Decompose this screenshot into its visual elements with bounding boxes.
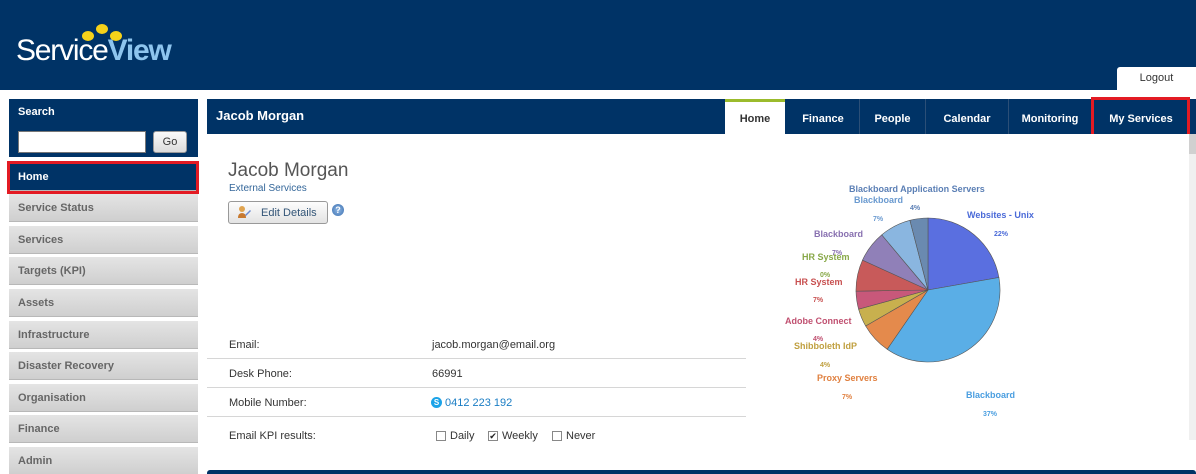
search-title: Search (18, 106, 55, 118)
weekly-label: Weekly (502, 430, 538, 442)
sidebar-item-disaster-recovery[interactable]: Disaster Recovery (9, 352, 198, 380)
email-label: Email: (229, 339, 260, 351)
sidebar-item-infrastructure[interactable]: Infrastructure (9, 321, 198, 349)
pct-hr-system-1: 7% (813, 297, 824, 304)
profile-subtitle: External Services (229, 183, 307, 194)
email-kpi-label: Email KPI results: (229, 430, 316, 442)
tab-people[interactable]: People (860, 99, 925, 134)
never-checkbox[interactable] (552, 431, 562, 441)
pct-proxy-servers: 7% (842, 394, 853, 401)
pie-slices (855, 217, 1001, 363)
weekly-checkbox[interactable]: ✔ (488, 431, 498, 441)
tab-home[interactable]: Home (725, 99, 785, 134)
daily-checkbox[interactable] (436, 431, 446, 441)
label-proxy-servers: Proxy Servers (817, 373, 878, 383)
never-label: Never (566, 430, 596, 442)
pct-blackboard-4: 7% (873, 216, 884, 223)
label-blackboard-4: Blackboard (854, 195, 903, 205)
mobile-label: Mobile Number: (229, 397, 307, 409)
mobile-value-link[interactable]: 0412 223 192 (445, 397, 512, 409)
sidebar-item-admin[interactable]: Admin (9, 447, 198, 474)
email-value: jacob.morgan@email.org (432, 339, 556, 351)
skype-icon[interactable]: S (431, 397, 442, 408)
content-scrollbar[interactable] (1189, 134, 1196, 440)
panel-title: Jacob Morgan (216, 108, 305, 123)
label-shibboleth-idp: Shibboleth IdP (794, 341, 857, 351)
logo-word-view: View (107, 34, 172, 67)
sidebar-search: Search Go (9, 99, 198, 157)
sidebar-item-organisation[interactable]: Organisation (9, 384, 198, 412)
info-row-mobile: Mobile Number: S 0412 223 192 (207, 388, 746, 417)
main-panel-header: Jacob Morgan Home Finance People Calenda… (207, 99, 1196, 134)
label-hr-system-2: HR System (802, 252, 850, 262)
logo-wordmark: ServiceView (16, 34, 172, 68)
pct-websites-unix: 22% (994, 231, 1009, 238)
sidebar-item-services[interactable]: Services (9, 226, 198, 254)
info-row-desk-phone: Desk Phone: 66991 (207, 359, 746, 388)
desk-phone-value: 66991 (432, 368, 463, 380)
sidebar-item-finance[interactable]: Finance (9, 415, 198, 443)
profile-name: Jacob Morgan (228, 160, 349, 181)
scrollbar-thumb[interactable] (1189, 134, 1196, 154)
pct-blackboard-main: 37% (983, 411, 998, 418)
desk-phone-label: Desk Phone: (229, 368, 292, 380)
serviceview-logo[interactable]: ServiceView (16, 22, 206, 72)
tab-finance[interactable]: Finance (787, 99, 859, 134)
label-websites-unix: Websites - Unix (967, 210, 1034, 220)
label-blackboard-3: Blackboard (814, 229, 863, 239)
label-blackboard-main: Blackboard (966, 390, 1015, 400)
next-panel-header (207, 470, 1196, 474)
info-row-email: Email: jacob.morgan@email.org (207, 330, 746, 359)
logout-link[interactable]: Logout (1117, 67, 1196, 90)
logo-word-service: Service (16, 34, 109, 67)
sidebar-item-targets-kpi[interactable]: Targets (KPI) (9, 257, 198, 285)
label-adobe-connect: Adobe Connect (785, 316, 852, 326)
edit-person-icon (238, 206, 251, 218)
tab-monitoring[interactable]: Monitoring (1009, 99, 1091, 134)
help-icon[interactable]: ? (332, 204, 344, 216)
email-kpi-row: Email KPI results: Daily ✔ Weekly Never (207, 421, 746, 442)
tab-calendar[interactable]: Calendar (926, 99, 1008, 134)
highlight-home-outline (7, 161, 199, 194)
search-input[interactable] (18, 131, 146, 153)
go-button[interactable]: Go (153, 131, 187, 153)
sidebar-item-assets[interactable]: Assets (9, 289, 198, 317)
label-hr-system-1: HR System (795, 277, 843, 287)
pct-shibboleth-idp: 4% (820, 362, 831, 369)
logo-dot-icon (96, 24, 108, 34)
highlight-my-services-outline (1091, 97, 1190, 137)
daily-label: Daily (450, 430, 475, 442)
sidebar-item-service-status[interactable]: Service Status (9, 194, 198, 222)
label-blackboard-app-servers: Blackboard Application Servers (849, 184, 985, 194)
pct-blackboard-app-servers: 4% (910, 205, 921, 212)
services-pie-chart: Blackboard Application Servers 4% Blackb… (785, 184, 1034, 418)
